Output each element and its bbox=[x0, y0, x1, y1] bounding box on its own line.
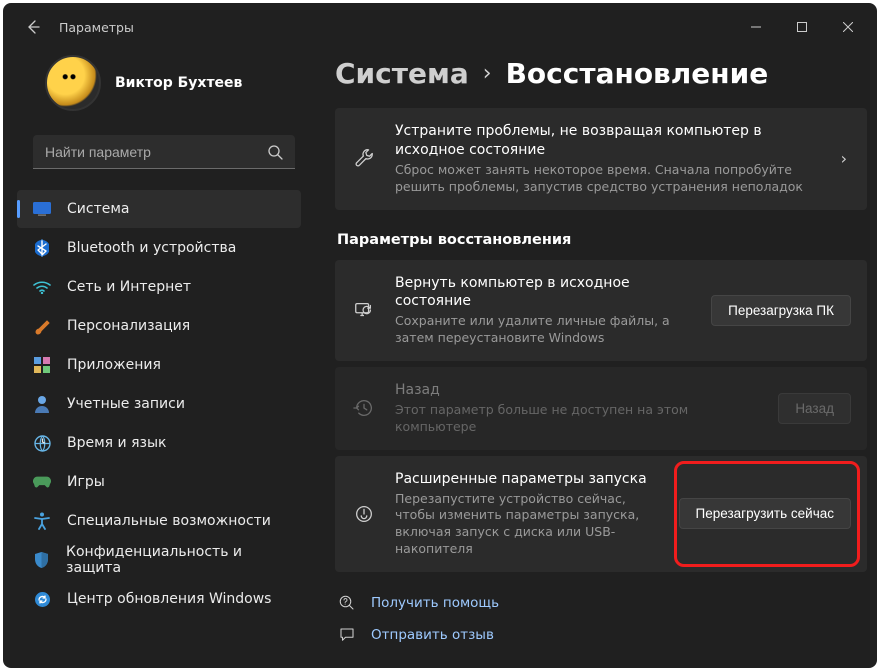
sidebar-item-time[interactable]: Время и язык bbox=[17, 424, 301, 462]
window-title: Параметры bbox=[59, 20, 134, 35]
go-back-card: Назад Этот параметр больше не доступен н… bbox=[335, 367, 867, 450]
game-icon bbox=[33, 473, 51, 491]
window-controls bbox=[733, 11, 871, 43]
close-button[interactable] bbox=[825, 11, 871, 43]
sidebar: Виктор Бухтеев Система Bluetooth и устрой… bbox=[3, 51, 311, 668]
sidebar-item-personalization[interactable]: Персонализация bbox=[17, 307, 301, 345]
close-icon bbox=[843, 22, 853, 32]
breadcrumb-root[interactable]: Система bbox=[335, 57, 469, 90]
wrench-icon bbox=[351, 148, 377, 170]
chevron-right-icon[interactable]: › bbox=[837, 149, 851, 168]
get-help-label: Получить помощь bbox=[371, 595, 499, 611]
sidebar-item-system[interactable]: Система bbox=[17, 190, 301, 228]
troubleshoot-desc: Сброс может занять некоторое время. Снач… bbox=[395, 162, 819, 196]
system-icon bbox=[33, 200, 51, 218]
settings-window: Параметры Виктор Бухтеев bbox=[3, 3, 877, 668]
advanced-startup-card: Расширенные параметры запуска Перезапуст… bbox=[335, 456, 867, 572]
sidebar-item-label: Центр обновления Windows bbox=[67, 591, 271, 607]
get-help-link[interactable]: Получить помощь bbox=[337, 594, 873, 612]
feedback-label: Отправить отзыв bbox=[371, 627, 494, 643]
restart-now-button[interactable]: Перезагрузить сейчас bbox=[679, 498, 851, 529]
maximize-icon bbox=[797, 22, 807, 32]
sidebar-item-network[interactable]: Сеть и Интернет bbox=[17, 268, 301, 306]
feedback-link[interactable]: Отправить отзыв bbox=[337, 626, 873, 644]
advanced-title: Расширенные параметры запуска bbox=[395, 470, 661, 489]
sidebar-item-label: Bluetooth и устройства bbox=[67, 240, 236, 256]
sidebar-item-gaming[interactable]: Игры bbox=[17, 463, 301, 501]
wifi-icon bbox=[33, 278, 51, 296]
sidebar-item-privacy[interactable]: Конфиденциальность и защита bbox=[17, 541, 301, 579]
sidebar-item-label: Специальные возможности bbox=[67, 513, 271, 529]
advanced-desc: Перезапустите устройство сейчас, чтобы и… bbox=[395, 491, 661, 559]
sidebar-item-label: Учетные записи bbox=[67, 396, 185, 412]
troubleshoot-title: Устраните проблемы, не возвращая компьют… bbox=[395, 122, 819, 160]
history-icon bbox=[351, 397, 377, 419]
reset-pc-button[interactable]: Перезагрузка ПК bbox=[711, 295, 851, 326]
sidebar-item-label: Игры bbox=[67, 474, 105, 490]
reset-title: Вернуть компьютер в исходное состояние bbox=[395, 274, 693, 312]
title-bar: Параметры bbox=[3, 3, 877, 51]
minimize-button[interactable] bbox=[733, 11, 779, 43]
accessibility-icon bbox=[33, 512, 51, 530]
maximize-button[interactable] bbox=[779, 11, 825, 43]
sidebar-item-update[interactable]: Центр обновления Windows bbox=[17, 580, 301, 618]
update-icon bbox=[33, 590, 51, 608]
breadcrumb: Система › Восстановление bbox=[335, 57, 873, 90]
arrow-left-icon bbox=[25, 19, 41, 35]
power-restart-icon bbox=[351, 503, 377, 525]
sidebar-item-accounts[interactable]: Учетные записи bbox=[17, 385, 301, 423]
sidebar-item-label: Система bbox=[67, 201, 129, 217]
person-icon bbox=[33, 395, 51, 413]
search-input[interactable] bbox=[45, 144, 267, 160]
profile-block[interactable]: Виктор Бухтеев bbox=[17, 51, 301, 127]
sidebar-item-label: Приложения bbox=[67, 357, 161, 373]
reset-pc-icon bbox=[351, 299, 377, 321]
feedback-icon bbox=[337, 626, 357, 644]
sidebar-item-label: Конфиденциальность и защита bbox=[66, 544, 289, 576]
minimize-icon bbox=[751, 22, 761, 32]
footer-links: Получить помощь Отправить отзыв bbox=[335, 594, 873, 644]
sidebar-item-accessibility[interactable]: Специальные возможности bbox=[17, 502, 301, 540]
troubleshoot-card[interactable]: Устраните проблемы, не возвращая компьют… bbox=[335, 108, 867, 210]
section-title: Параметры восстановления bbox=[337, 232, 873, 248]
bluetooth-icon bbox=[33, 239, 51, 257]
chevron-right-icon: › bbox=[483, 61, 492, 86]
shield-icon bbox=[33, 551, 50, 569]
breadcrumb-page: Восстановление bbox=[506, 57, 769, 90]
sidebar-item-label: Время и язык bbox=[67, 435, 166, 451]
reset-desc: Сохраните или удалите личные файлы, а за… bbox=[395, 313, 693, 347]
help-icon bbox=[337, 594, 357, 612]
content-area: Система › Восстановление Устраните пробл… bbox=[311, 51, 877, 668]
avatar bbox=[45, 55, 101, 111]
back-button[interactable] bbox=[17, 11, 49, 43]
apps-icon bbox=[33, 356, 51, 374]
reset-card: Вернуть компьютер в исходное состояние С… bbox=[335, 260, 867, 362]
user-name: Виктор Бухтеев bbox=[115, 75, 242, 91]
search-icon bbox=[267, 144, 283, 160]
sidebar-item-label: Персонализация bbox=[67, 318, 190, 334]
brush-icon bbox=[33, 317, 51, 335]
globe-icon bbox=[33, 434, 51, 452]
go-back-title: Назад bbox=[395, 381, 760, 400]
go-back-button: Назад bbox=[778, 393, 851, 424]
sidebar-item-apps[interactable]: Приложения bbox=[17, 346, 301, 384]
sidebar-item-bluetooth[interactable]: Bluetooth и устройства bbox=[17, 229, 301, 267]
sidebar-item-label: Сеть и Интернет bbox=[67, 279, 191, 295]
search-box[interactable] bbox=[33, 135, 295, 169]
nav-list: Система Bluetooth и устройства Сеть и Инте… bbox=[17, 185, 301, 623]
go-back-desc: Этот параметр больше не доступен на этом… bbox=[395, 402, 760, 436]
